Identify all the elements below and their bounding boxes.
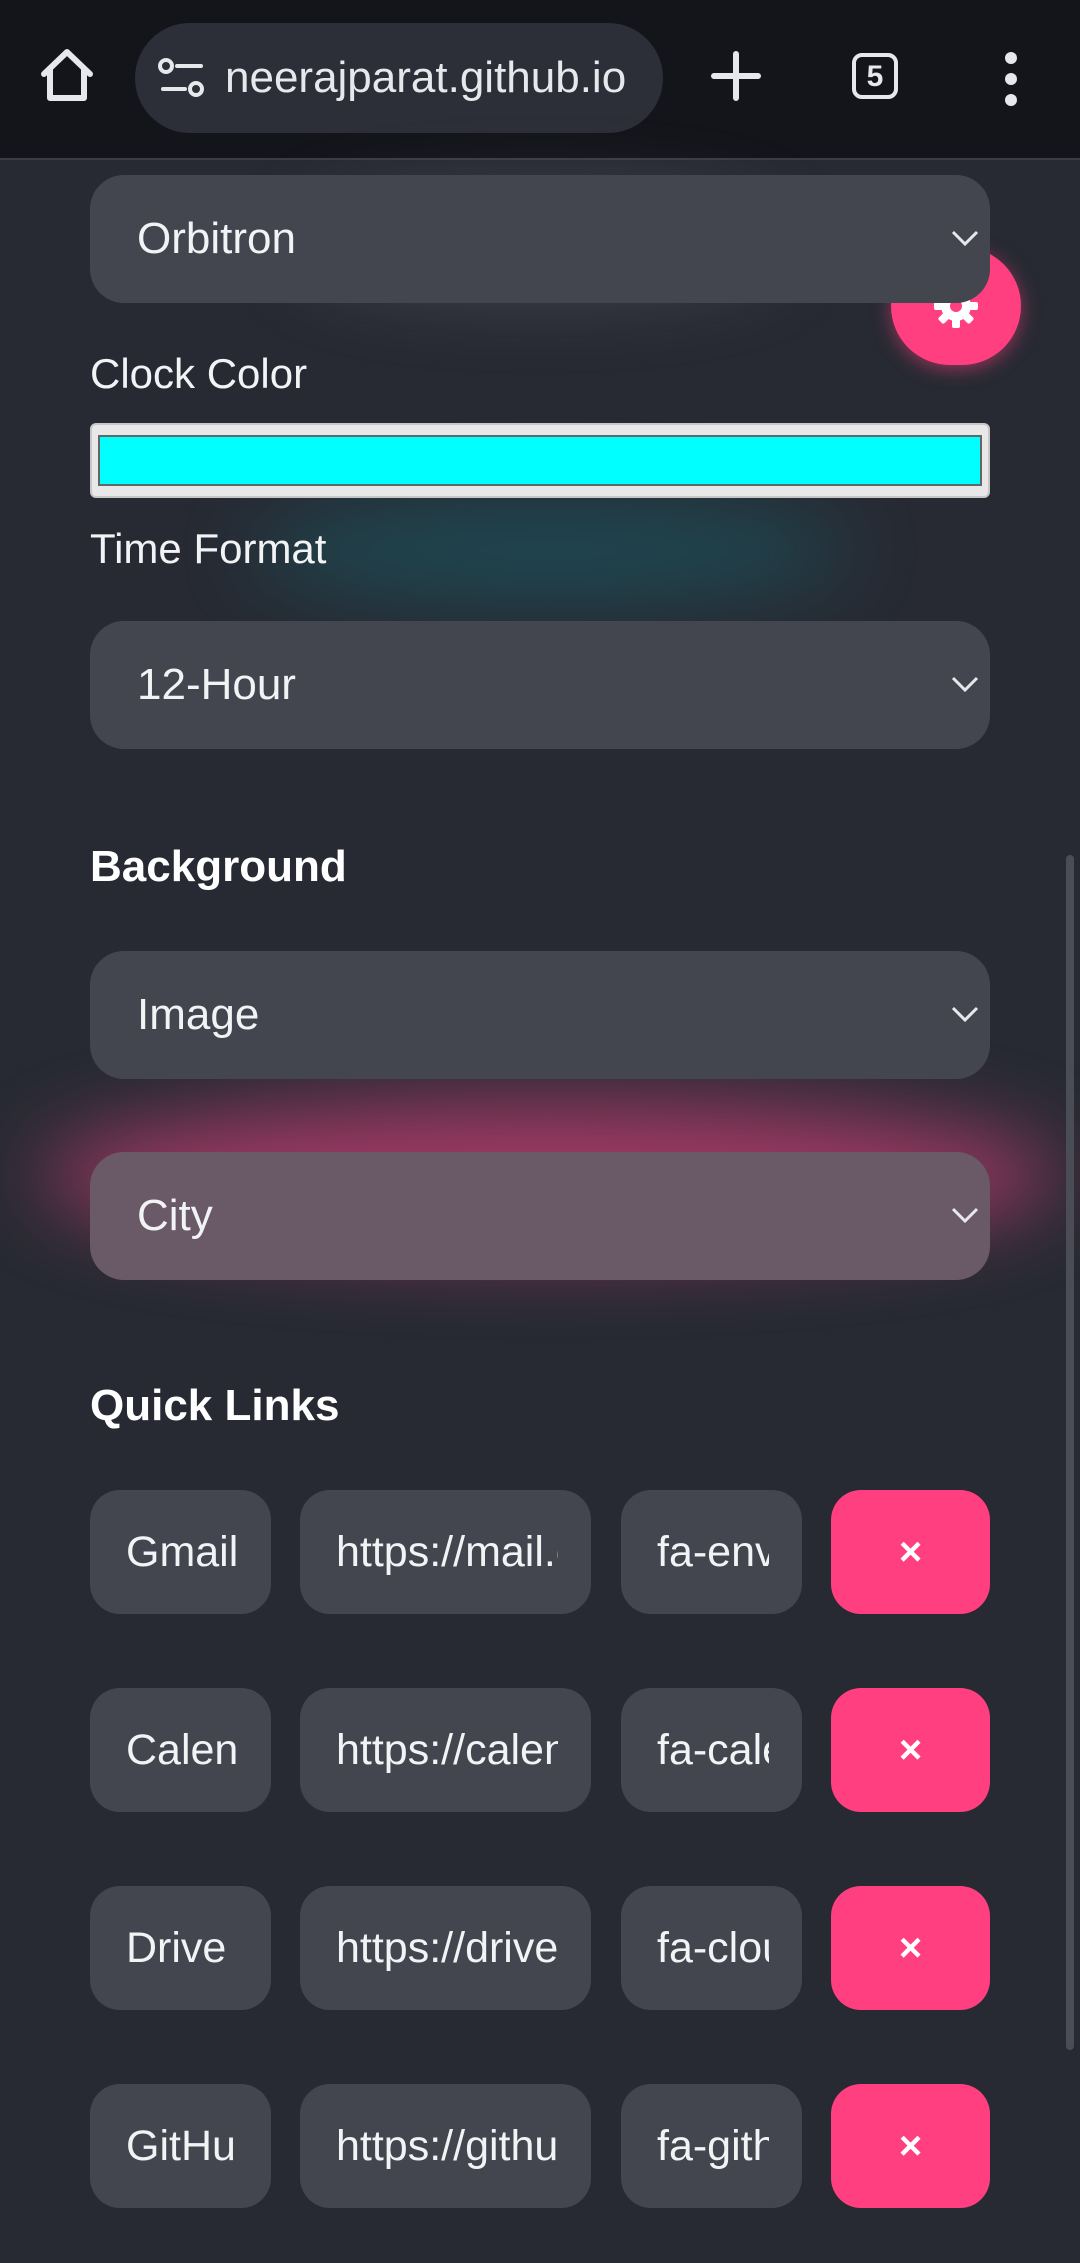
- browser-toolbar: neerajparat.github.io 5: [0, 0, 1080, 160]
- new-tab-icon[interactable]: [708, 48, 764, 104]
- background-image-value: City: [137, 1191, 213, 1240]
- quick-link-row: GitHub https://github.com fa-github ×: [90, 2084, 990, 2208]
- delete-link-button[interactable]: ×: [831, 1688, 990, 1812]
- background-type-value: Image: [137, 990, 260, 1039]
- chevron-down-icon: [951, 676, 979, 693]
- time-format-value: 12-Hour: [137, 660, 296, 709]
- link-url-input[interactable]: https://github.com: [300, 2084, 591, 2208]
- scrollbar[interactable]: [1066, 855, 1074, 2050]
- background-image-select[interactable]: City: [90, 1152, 990, 1280]
- chevron-down-icon: [951, 1207, 979, 1224]
- link-url-input[interactable]: https://calendar.google.com: [300, 1688, 591, 1812]
- link-icon-input[interactable]: fa-calendar: [621, 1688, 802, 1812]
- more-options-icon[interactable]: [996, 50, 1026, 108]
- background-blur: [250, 500, 850, 600]
- delete-link-button[interactable]: ×: [831, 1886, 990, 2010]
- quick-link-row: Gmail https://mail.google.com fa-envelop…: [90, 1490, 990, 1614]
- time-format-select[interactable]: 12-Hour: [90, 621, 990, 749]
- color-swatch: [98, 435, 982, 486]
- delete-link-button[interactable]: ×: [831, 2084, 990, 2208]
- quick-links-heading: Quick Links: [90, 1381, 340, 1430]
- link-icon-input[interactable]: fa-cloud: [621, 1886, 802, 2010]
- link-name-input[interactable]: Drive: [90, 1886, 271, 2010]
- home-icon[interactable]: [36, 44, 98, 106]
- quick-link-row: Calendar https://calendar.google.com fa-…: [90, 1688, 990, 1812]
- link-icon-input[interactable]: fa-envelope: [621, 1490, 802, 1614]
- clock-color-picker[interactable]: [90, 423, 990, 498]
- background-heading: Background: [90, 842, 347, 891]
- link-url-input[interactable]: https://drive.google.com: [300, 1886, 591, 2010]
- link-icon-input[interactable]: fa-github: [621, 2084, 802, 2208]
- delete-link-button[interactable]: ×: [831, 1490, 990, 1614]
- chevron-down-icon: [951, 230, 979, 247]
- address-bar[interactable]: neerajparat.github.io: [135, 23, 663, 133]
- link-name-input[interactable]: Gmail: [90, 1490, 271, 1614]
- time-format-label: Time Format: [90, 525, 327, 572]
- font-select-value: Orbitron: [137, 214, 296, 263]
- link-name-input[interactable]: GitHub: [90, 2084, 271, 2208]
- chevron-down-icon: [951, 1006, 979, 1023]
- quick-link-row: Drive https://drive.google.com fa-cloud …: [90, 1886, 990, 2010]
- site-settings-icon[interactable]: [157, 55, 207, 101]
- background-type-select[interactable]: Image: [90, 951, 990, 1079]
- url-text[interactable]: neerajparat.github.io: [225, 23, 645, 133]
- tab-switcher-button[interactable]: 5: [852, 53, 898, 99]
- link-url-input[interactable]: https://mail.google.com: [300, 1490, 591, 1614]
- clock-color-label: Clock Color: [90, 350, 308, 397]
- link-name-input[interactable]: Calendar: [90, 1688, 271, 1812]
- font-select[interactable]: Orbitron: [90, 175, 990, 303]
